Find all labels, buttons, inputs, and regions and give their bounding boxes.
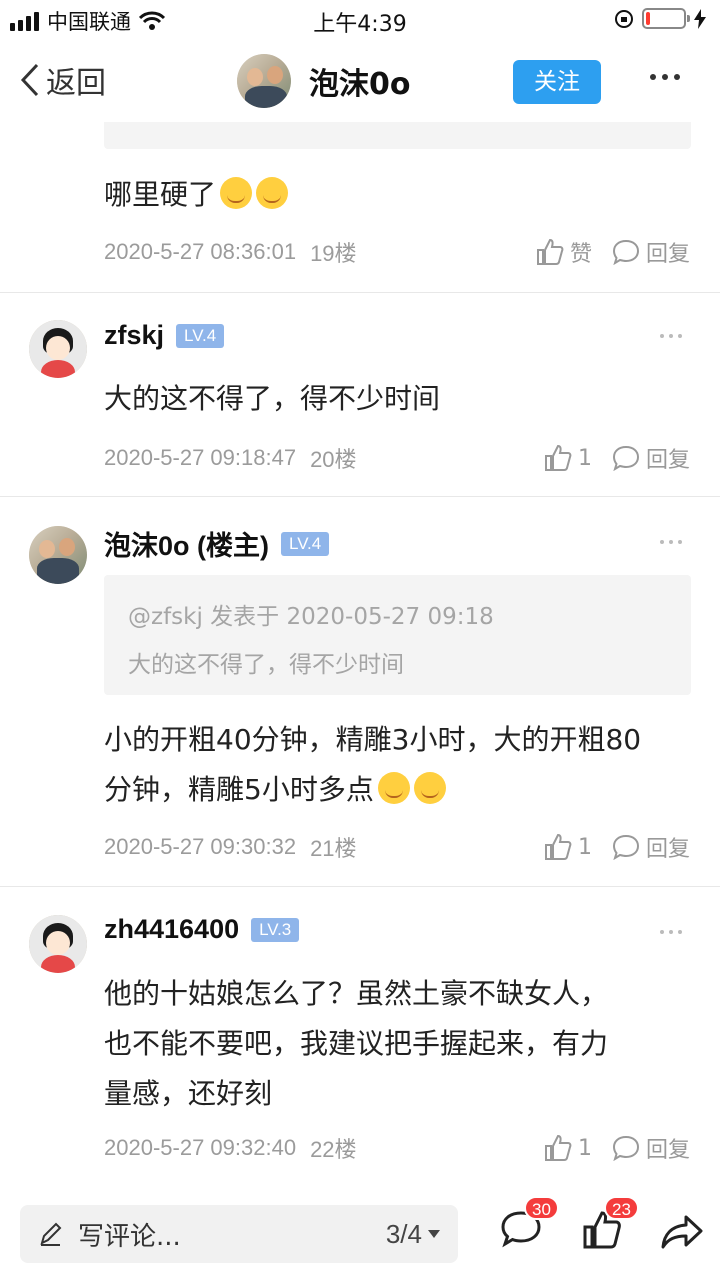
quote-body: 大的这不得了，得不少时间	[128, 652, 404, 678]
follow-button[interactable]: 关注	[513, 60, 601, 104]
divider	[0, 496, 720, 497]
comment-meta: 2020-5-27 08:36:01 19楼 赞 回复	[104, 236, 690, 268]
comment-count-badge: 30	[524, 1196, 559, 1220]
smile-emoji	[413, 772, 446, 804]
comment-list: 哪里硬了 2020-5-27 08:36:01 19楼 赞 回复 zfskj L…	[0, 122, 720, 1190]
avatar[interactable]	[29, 320, 87, 378]
thumbs-up-icon	[544, 444, 572, 471]
more-icon[interactable]	[660, 334, 682, 338]
thumbs-up-icon	[536, 238, 564, 265]
back-button[interactable]: 返回	[20, 58, 106, 102]
divider	[0, 886, 720, 887]
like-count-badge: 23	[604, 1196, 639, 1220]
floor-number: 21楼	[310, 836, 357, 861]
comment-input[interactable]: 写评论... 3/4	[20, 1205, 458, 1263]
like-button[interactable]: 23	[582, 1196, 639, 1254]
like-count: 1	[577, 1135, 592, 1161]
author-avatar[interactable]	[237, 54, 291, 108]
reply-button[interactable]: 回复	[612, 442, 690, 474]
comment-icon	[612, 1135, 639, 1161]
like-count: 1	[577, 445, 592, 471]
more-icon[interactable]	[660, 540, 682, 544]
bottom-bar: 写评论... 3/4 30 23	[0, 1190, 720, 1280]
username[interactable]: zh4416400	[104, 914, 239, 945]
rotation-lock-icon	[615, 9, 633, 28]
username[interactable]: zfskj	[104, 320, 164, 351]
level-badge: LV.4	[281, 531, 330, 556]
avatar[interactable]	[29, 526, 87, 584]
comment-body: 小的开粗40分钟，精雕3小时，大的开粗80 分钟，精雕5小时多点	[104, 723, 642, 806]
comment-meta: 2020-5-27 09:30:32 21楼 1 回复	[104, 831, 690, 863]
quote-header: @zfskj 发表于 2020-05-27 09:18	[128, 604, 494, 630]
like-button[interactable]: 1	[544, 833, 592, 861]
level-badge: LV.4	[176, 323, 225, 348]
divider	[0, 292, 720, 293]
avatar[interactable]	[29, 915, 87, 973]
floor-number: 20楼	[310, 447, 357, 472]
quote-box	[104, 122, 691, 149]
like-button[interactable]: 1	[544, 1134, 592, 1162]
page-title: 泡沫0o	[309, 67, 411, 102]
comment-placeholder: 写评论...	[78, 1221, 181, 1252]
level-badge: LV.3	[251, 917, 300, 942]
chevron-left-icon	[20, 63, 39, 97]
comment-date: 2020-5-27 08:36:01	[104, 239, 297, 264]
more-icon[interactable]	[650, 74, 680, 80]
comment-meta: 2020-5-27 09:32:40 22楼 1 回复	[104, 1132, 690, 1164]
quote-box: @zfskj 发表于 2020-05-27 09:18 大的这不得了，得不少时间	[104, 575, 691, 695]
comment-date: 2020-5-27 09:32:40	[104, 1135, 297, 1160]
page-indicator: 3/4	[385, 1218, 422, 1249]
comment-body: 大的这不得了，得不少时间	[104, 382, 441, 415]
floor-number: 19楼	[310, 241, 357, 266]
comment-icon	[612, 239, 639, 265]
status-time: 上午4:39	[313, 12, 407, 37]
comment-date: 2020-5-27 09:30:32	[104, 834, 297, 859]
comments-button[interactable]: 30	[500, 1196, 559, 1252]
more-icon[interactable]	[660, 930, 682, 934]
back-label: 返回	[46, 66, 106, 101]
reply-button[interactable]: 回复	[612, 1132, 690, 1164]
comment-icon	[612, 445, 639, 471]
smirk-emoji	[220, 177, 253, 209]
comment-meta: 2020-5-27 09:18:47 20楼 1 回复	[104, 442, 690, 474]
charging-icon	[694, 8, 706, 29]
reply-button[interactable]: 回复	[612, 236, 690, 268]
page-selector[interactable]: 3/4	[386, 1219, 440, 1250]
caret-down-icon	[428, 1230, 440, 1238]
username[interactable]: 泡沫0o (楼主)	[104, 524, 269, 563]
pencil-icon	[40, 1222, 62, 1246]
like-count: 1	[577, 834, 592, 860]
battery-icon	[642, 8, 690, 29]
smirk-emoji	[256, 177, 289, 209]
share-icon	[661, 1215, 703, 1249]
reply-button[interactable]: 回复	[612, 831, 690, 863]
nav-bar: 返回 泡沫0o 关注	[0, 40, 720, 122]
smile-emoji	[377, 772, 410, 804]
comment-icon	[612, 834, 639, 860]
floor-number: 22楼	[310, 1137, 357, 1162]
like-button[interactable]: 1	[544, 444, 592, 472]
comment-date: 2020-5-27 09:18:47	[104, 445, 297, 470]
battery-level	[646, 12, 650, 25]
thumbs-up-icon	[544, 833, 572, 860]
comment-body: 哪里硬了	[104, 170, 694, 220]
comment-body: 他的十姑娘怎么了？虽然土豪不缺女人， 也不能不要吧，我建议把手握起来，有力 量感…	[104, 977, 609, 1110]
share-button[interactable]	[660, 1214, 704, 1254]
thumbs-up-icon	[544, 1134, 572, 1161]
status-bar: 中国联通 上午4:39	[0, 0, 720, 40]
like-button[interactable]: 赞	[536, 236, 592, 268]
